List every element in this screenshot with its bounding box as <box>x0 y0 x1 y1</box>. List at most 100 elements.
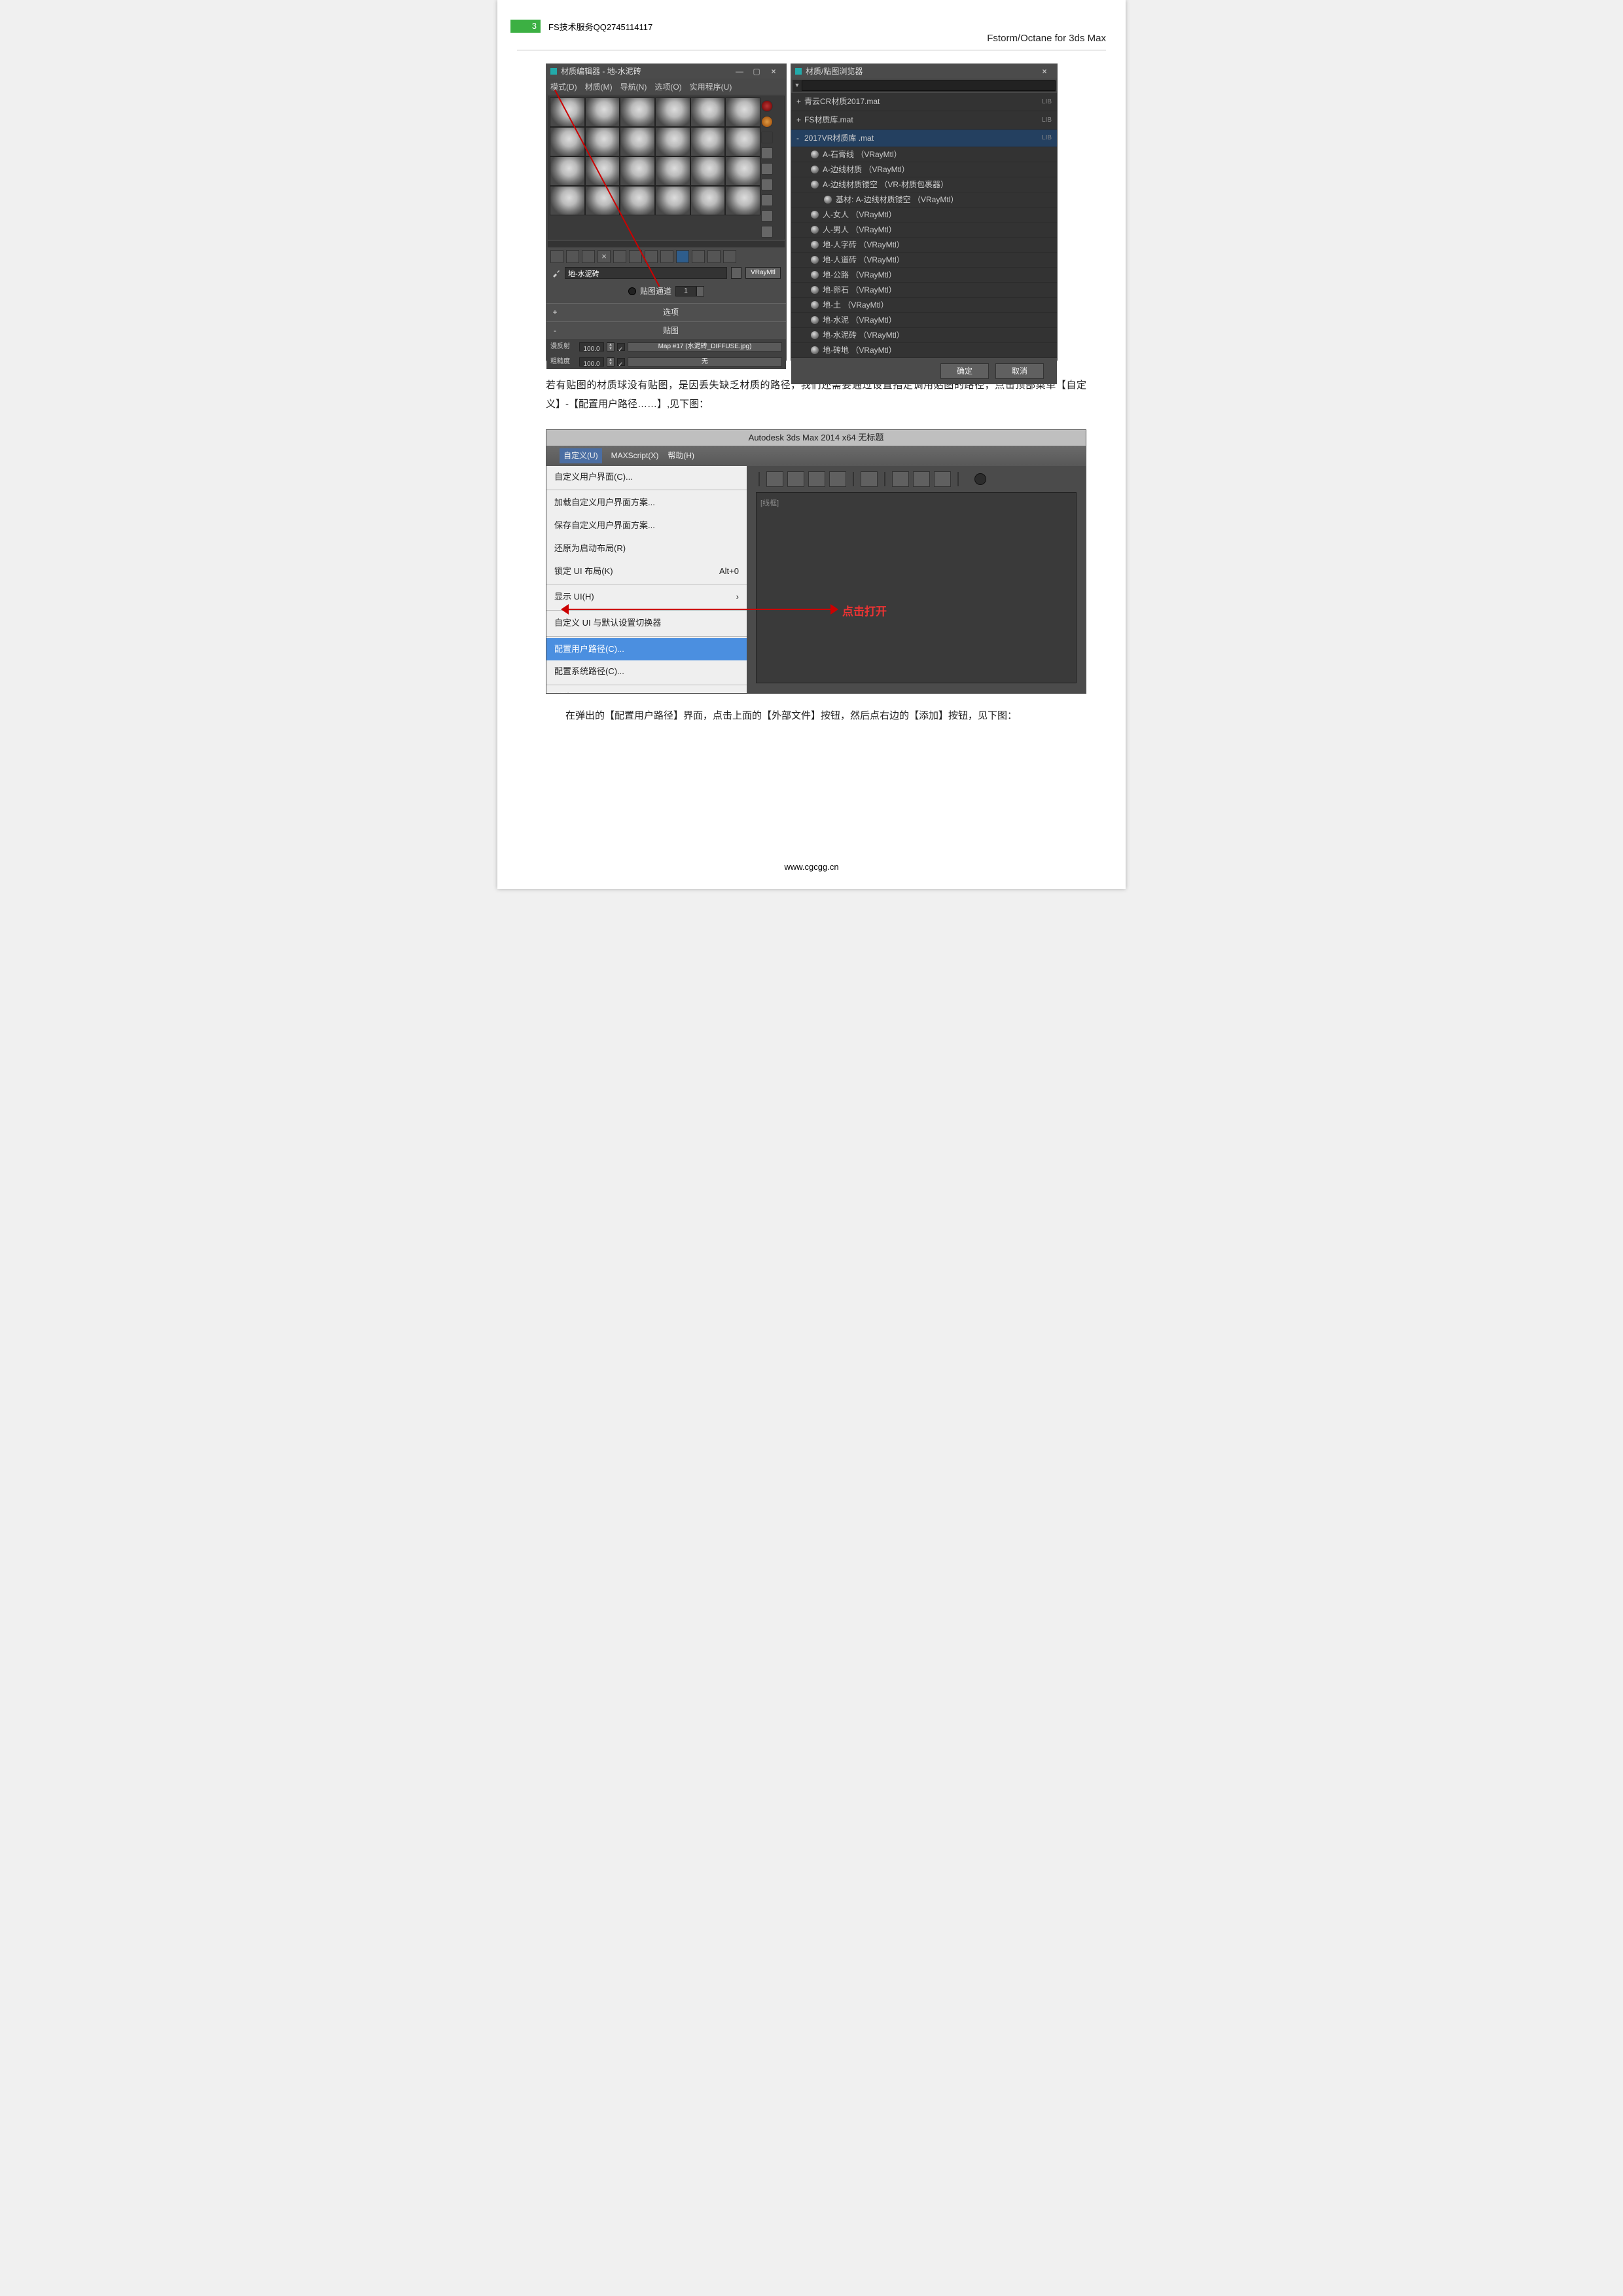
menu-navigate[interactable]: 导航(N) <box>620 80 647 93</box>
annotation-arrow <box>562 609 837 610</box>
toolbar-icon[interactable] <box>861 471 878 487</box>
reset-icon[interactable]: × <box>597 250 611 263</box>
brand: Fstorm/Octane for 3ds Max <box>987 33 1106 44</box>
menu-material[interactable]: 材质(M) <box>585 80 613 93</box>
header-qq: FS技术服务QQ2745114117 <box>548 20 652 33</box>
collapse-icon[interactable]: - <box>796 131 804 146</box>
app-icon <box>795 68 802 75</box>
toolbar-icon[interactable] <box>913 471 930 487</box>
eyedropper-icon[interactable] <box>552 268 561 278</box>
show-end-icon[interactable] <box>692 250 705 263</box>
toolbar-circle-icon[interactable] <box>974 473 986 485</box>
toolbar-icon[interactable] <box>808 471 825 487</box>
toolbar-icon[interactable] <box>829 471 846 487</box>
list-item[interactable]: A-边线材质镂空 （VR-材质包裹器） <box>791 177 1057 192</box>
min-button[interactable]: — <box>731 64 748 79</box>
material-type-button[interactable]: VRayMtl <box>745 267 781 279</box>
browser-close-button[interactable]: × <box>1036 64 1053 79</box>
viewport[interactable]: [线框] <box>756 492 1077 683</box>
lib-name[interactable]: 2017VR材质库 .mat <box>804 131 1042 146</box>
menu-item[interactable]: 显示 UI(H)› <box>546 586 747 609</box>
rough-amount[interactable]: 100.0 <box>579 357 604 367</box>
list-item[interactable]: 地-水泥砖 （VRayMtl） <box>791 328 1057 343</box>
menu-maxscript[interactable]: MAXScript(X) <box>611 448 659 463</box>
close-button[interactable]: × <box>765 64 782 79</box>
material-name-input[interactable]: 地-水泥砖 <box>565 267 727 279</box>
list-item[interactable]: 地-卵石 （VRayMtl） <box>791 283 1057 298</box>
video-check-icon[interactable] <box>761 163 773 175</box>
get-material-icon[interactable] <box>550 250 563 263</box>
background-icon[interactable] <box>761 132 773 143</box>
list-item[interactable]: 基材: A-边线材质镂空 （VRayMtl） <box>791 192 1057 207</box>
search-input[interactable] <box>802 81 1056 91</box>
list-item[interactable]: A-边线材质 （VRayMtl） <box>791 162 1057 177</box>
sample-slots[interactable] <box>550 98 760 238</box>
toolbar-icon[interactable] <box>934 471 951 487</box>
menu-item[interactable]: 加载自定义用户界面方案... <box>546 492 747 514</box>
toolbar-icon[interactable] <box>892 471 909 487</box>
diffuse-spinner[interactable]: ▲▼ <box>607 342 615 351</box>
channel-value[interactable]: 1 <box>675 286 696 296</box>
rough-spinner[interactable]: ▲▼ <box>607 357 615 367</box>
ok-button[interactable]: 确定 <box>940 363 989 379</box>
select-by-icon[interactable] <box>761 210 773 222</box>
scrollbar[interactable] <box>548 241 785 247</box>
menu-item[interactable]: 自定义 UI 与默认设置切换器 <box>546 612 747 635</box>
preview-icon[interactable] <box>761 179 773 190</box>
go-sibling-icon[interactable] <box>723 250 736 263</box>
material-ball-icon <box>811 256 819 264</box>
list-item[interactable]: 地-公路 （VRayMtl） <box>791 268 1057 283</box>
cancel-button[interactable]: 取消 <box>995 363 1044 379</box>
menu-item[interactable]: 保存自定义用户界面方案... <box>546 514 747 537</box>
sample-type-icon[interactable] <box>761 100 773 112</box>
lib-name[interactable]: FS材质库.mat <box>804 113 1042 128</box>
menu-item[interactable]: 锁定 UI 布局(K)Alt+0 <box>546 560 747 583</box>
list-item[interactable]: 人-男人 （VRayMtl） <box>791 223 1057 238</box>
list-item[interactable]: 地-砖地 （VRayMtl） <box>791 343 1057 358</box>
list-item[interactable]: 人-女人 （VRayMtl） <box>791 207 1057 223</box>
make-copy-icon[interactable] <box>613 250 626 263</box>
menu-item[interactable]: 配置用户路径(C)... <box>546 638 747 661</box>
assign-icon[interactable] <box>582 250 595 263</box>
list-item[interactable]: A-石膏线 （VRayMtl） <box>791 147 1057 162</box>
menu-item[interactable]: 单位设置(U)... <box>546 687 747 694</box>
diffuse-amount[interactable]: 100.0 <box>579 342 604 351</box>
backlight-icon[interactable] <box>761 116 773 128</box>
expand-icon[interactable]: + <box>796 113 804 128</box>
uv-tile-icon[interactable] <box>761 147 773 159</box>
roll-maps[interactable]: 贴图 <box>560 323 782 338</box>
channel-spinner[interactable] <box>696 286 704 296</box>
menu-item[interactable]: 配置系统路径(C)... <box>546 660 747 683</box>
list-item[interactable]: 地-土 （VRayMtl） <box>791 298 1057 313</box>
roll-options[interactable]: 选项 <box>560 305 782 320</box>
rough-map-button[interactable]: 无 <box>628 357 782 367</box>
search-menu-icon[interactable]: ▼ <box>793 80 802 91</box>
matid-icon[interactable] <box>660 250 673 263</box>
menu-customize[interactable]: 自定义(U) <box>560 448 602 463</box>
menu-utils[interactable]: 实用程序(U) <box>690 80 732 93</box>
menu-item[interactable]: 还原为启动布局(R) <box>546 537 747 560</box>
list-item[interactable]: 地-水泥 （VRayMtl） <box>791 313 1057 328</box>
roll-plus-icon[interactable]: + <box>550 305 560 320</box>
menu-item[interactable]: 自定义用户界面(C)... <box>546 466 747 489</box>
expand-icon[interactable]: + <box>796 94 804 109</box>
options-icon[interactable] <box>761 194 773 206</box>
put-to-scene-icon[interactable] <box>566 250 579 263</box>
channel-radio[interactable] <box>628 287 636 295</box>
show-in-viewport-icon[interactable] <box>676 250 689 263</box>
list-item[interactable]: 地-人道砖 （VRayMtl） <box>791 253 1057 268</box>
go-parent-icon[interactable] <box>707 250 721 263</box>
rough-check[interactable]: ✓ <box>617 358 625 366</box>
roll-minus-icon[interactable]: - <box>550 323 560 338</box>
menu-options[interactable]: 选项(O) <box>654 80 681 93</box>
menu-help[interactable]: 帮助(H) <box>668 448 694 463</box>
diffuse-map-button[interactable]: Map #17 (水泥砖_DIFFUSE.jpg) <box>628 342 782 351</box>
mini-icon[interactable] <box>761 226 773 238</box>
name-dropdown-icon[interactable] <box>731 267 741 279</box>
lib-name[interactable]: 青云CR材质2017.mat <box>804 94 1042 109</box>
toolbar-icon[interactable] <box>766 471 783 487</box>
toolbar-icon[interactable] <box>787 471 804 487</box>
list-item[interactable]: 地-人字砖 （VRayMtl） <box>791 238 1057 253</box>
diffuse-check[interactable]: ✓ <box>617 343 625 351</box>
max-button[interactable]: ▢ <box>748 64 765 79</box>
